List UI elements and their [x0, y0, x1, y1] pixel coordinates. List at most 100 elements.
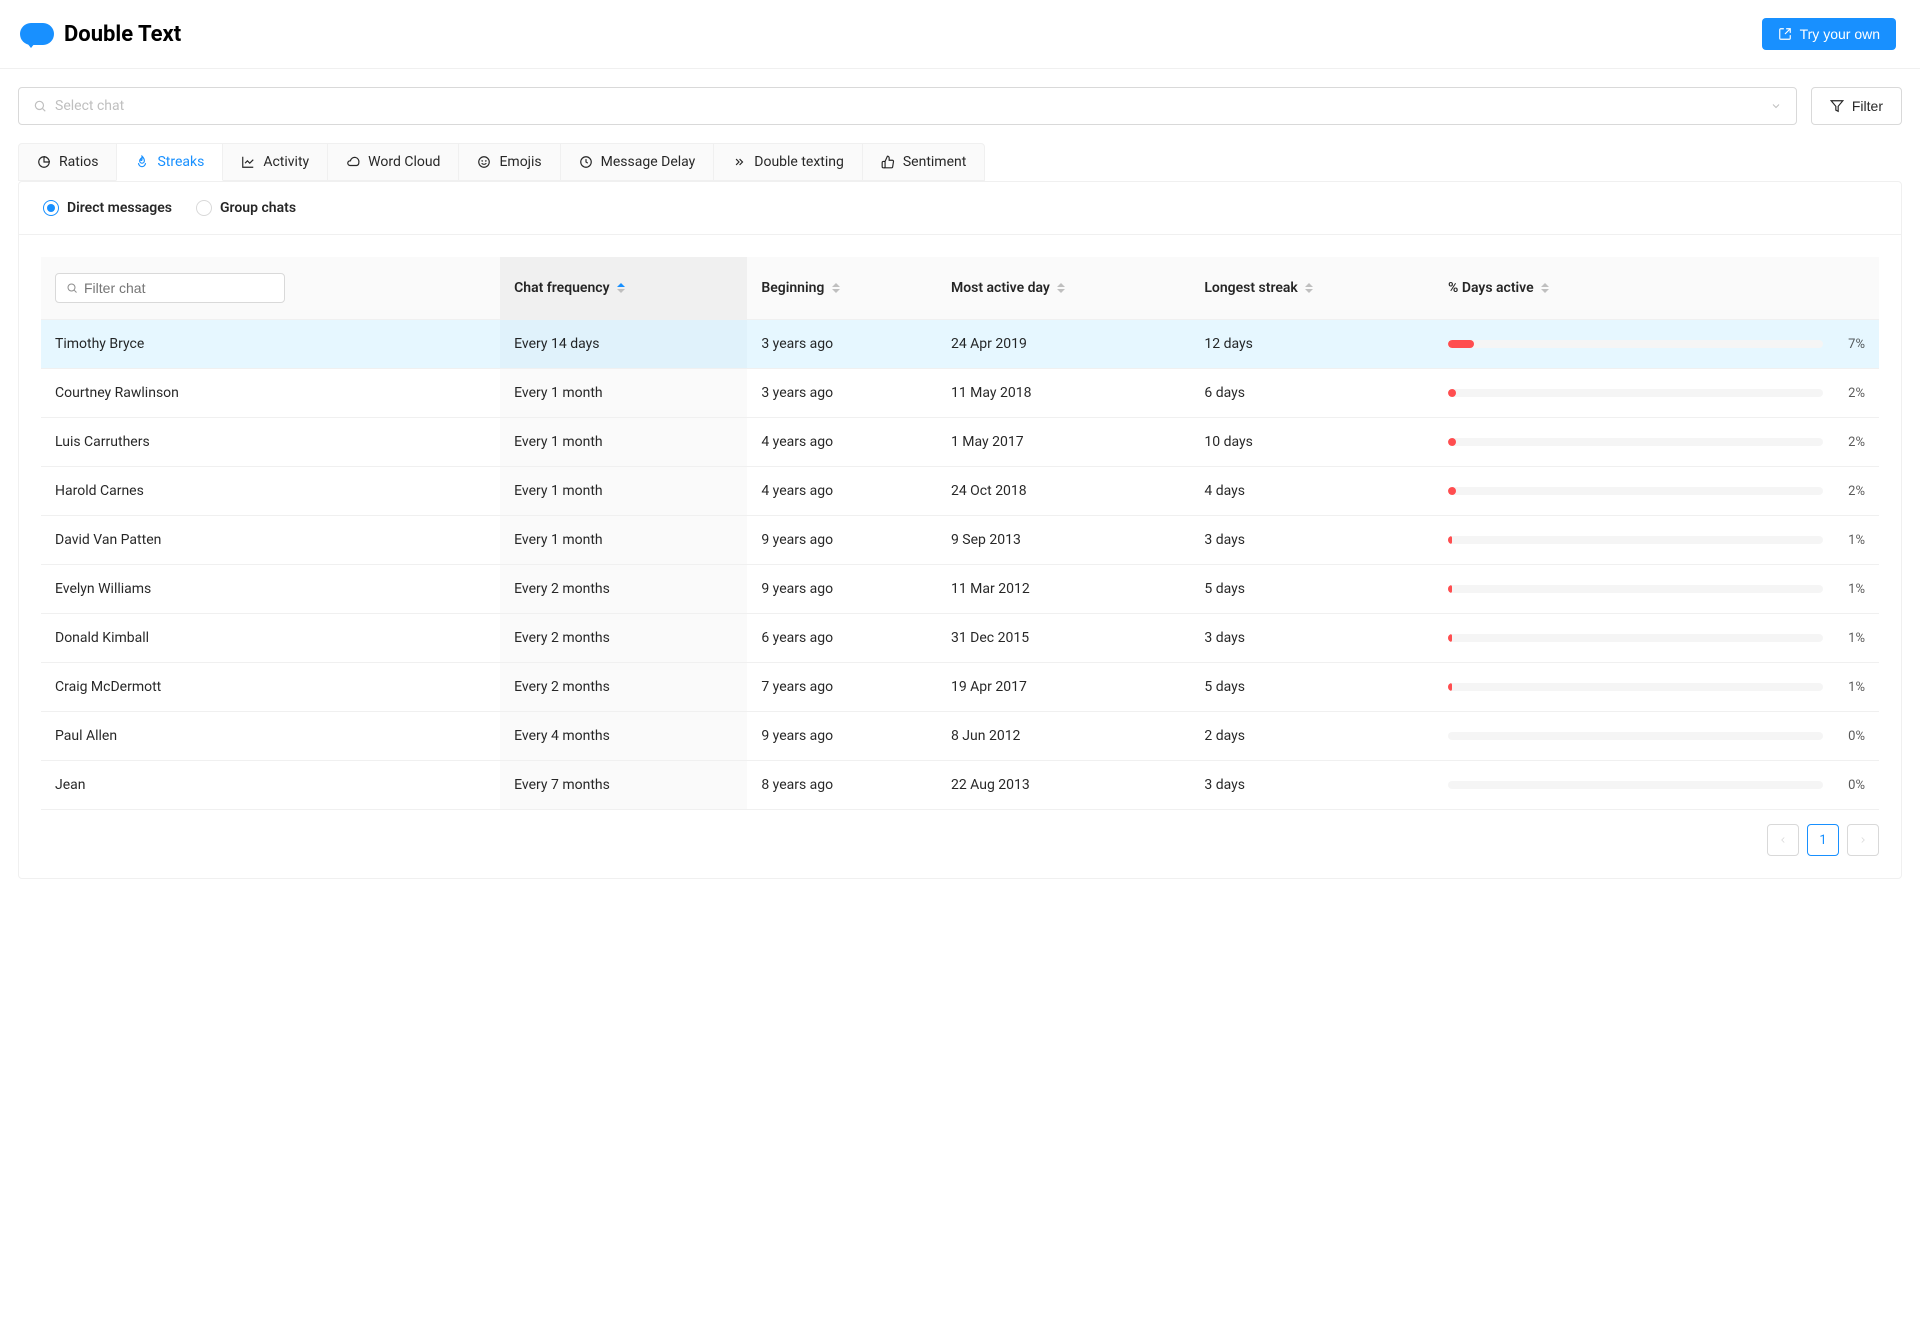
cell-name: Timothy Bryce: [41, 320, 500, 369]
col-frequency[interactable]: Chat frequency: [500, 257, 747, 320]
cell-freq: Every 1 month: [500, 369, 747, 418]
thumb-icon: [881, 155, 895, 169]
clock-icon: [579, 155, 593, 169]
cell-pct: 2%: [1434, 418, 1879, 467]
sort-icon: [832, 283, 840, 293]
content: Select chat Filter Ratios Streaks Activity…: [0, 69, 1920, 903]
cell-pct: 1%: [1434, 565, 1879, 614]
export-icon: [1778, 27, 1792, 41]
cell-begin: 9 years ago: [747, 516, 937, 565]
table-row[interactable]: Luis CarruthersEvery 1 month4 years ago1…: [41, 418, 1879, 467]
pie-icon: [37, 155, 51, 169]
table-row[interactable]: JeanEvery 7 months8 years ago22 Aug 2013…: [41, 761, 1879, 810]
table-row[interactable]: Paul AllenEvery 4 months9 years ago8 Jun…: [41, 712, 1879, 761]
tab-emojis[interactable]: Emojis: [458, 143, 560, 181]
cell-begin: 4 years ago: [747, 467, 937, 516]
filter-chat-input-wrap[interactable]: [55, 273, 285, 303]
cell-begin: 7 years ago: [747, 663, 937, 712]
cell-begin: 3 years ago: [747, 320, 937, 369]
tab-label: Emojis: [499, 154, 541, 170]
cell-freq: Every 2 months: [500, 565, 747, 614]
cell-streak: 5 days: [1190, 663, 1434, 712]
cell-freq: Every 7 months: [500, 761, 747, 810]
radio-direct-messages[interactable]: Direct messages: [43, 200, 172, 216]
cell-name: Jean: [41, 761, 500, 810]
progress-pct: 1%: [1835, 533, 1865, 548]
sort-icon: [1305, 283, 1313, 293]
page-1-button[interactable]: 1: [1807, 824, 1839, 856]
cell-freq: Every 2 months: [500, 614, 747, 663]
pagination: 1: [41, 810, 1879, 856]
tab-streaks[interactable]: Streaks: [116, 143, 223, 181]
table-row[interactable]: David Van PattenEvery 1 month9 years ago…: [41, 516, 1879, 565]
tab-sentiment[interactable]: Sentiment: [862, 143, 985, 181]
logo[interactable]: Double Text: [20, 22, 181, 47]
tab-delay[interactable]: Message Delay: [560, 143, 715, 181]
cell-freq: Every 1 month: [500, 516, 747, 565]
cell-streak: 4 days: [1190, 467, 1434, 516]
radio-group-chats[interactable]: Group chats: [196, 200, 296, 216]
table-row[interactable]: Timothy BryceEvery 14 days3 years ago24 …: [41, 320, 1879, 369]
panel: Direct messages Group chats: [18, 181, 1902, 879]
cell-pct: 1%: [1434, 663, 1879, 712]
streaks-table: Chat frequency Beginning Most active day: [41, 257, 1879, 810]
header: Double Text Try your own: [0, 0, 1920, 69]
col-streak[interactable]: Longest streak: [1190, 257, 1434, 320]
cell-active-day: 9 Sep 2013: [937, 516, 1190, 565]
cell-name: Luis Carruthers: [41, 418, 500, 467]
search-icon: [33, 99, 47, 113]
cell-streak: 2 days: [1190, 712, 1434, 761]
search-icon: [66, 282, 78, 294]
table-row[interactable]: Harold CarnesEvery 1 month4 years ago24 …: [41, 467, 1879, 516]
filter-button[interactable]: Filter: [1811, 87, 1902, 125]
fire-icon: [135, 155, 149, 169]
try-your-own-button[interactable]: Try your own: [1762, 18, 1896, 50]
progress-pct: 1%: [1835, 582, 1865, 597]
tab-activity[interactable]: Activity: [222, 143, 328, 181]
progress-bar: [1448, 683, 1823, 691]
cell-freq: Every 1 month: [500, 467, 747, 516]
col-pct[interactable]: % Days active: [1434, 257, 1879, 320]
filter-chat-input[interactable]: [84, 280, 274, 296]
chart-icon: [241, 155, 255, 169]
smile-icon: [477, 155, 491, 169]
try-label: Try your own: [1800, 26, 1880, 42]
cell-streak: 5 days: [1190, 565, 1434, 614]
cell-freq: Every 4 months: [500, 712, 747, 761]
table-row[interactable]: Craig McDermottEvery 2 months7 years ago…: [41, 663, 1879, 712]
table-row[interactable]: Donald KimballEvery 2 months6 years ago3…: [41, 614, 1879, 663]
cell-streak: 10 days: [1190, 418, 1434, 467]
select-chat-dropdown[interactable]: Select chat: [18, 87, 1797, 125]
progress-bar: [1448, 389, 1823, 397]
cell-streak: 3 days: [1190, 516, 1434, 565]
cell-streak: 6 days: [1190, 369, 1434, 418]
tab-ratios[interactable]: Ratios: [18, 143, 117, 181]
tab-label: Activity: [263, 154, 309, 170]
page-prev-button[interactable]: [1767, 824, 1799, 856]
cell-streak: 12 days: [1190, 320, 1434, 369]
cell-pct: 1%: [1434, 614, 1879, 663]
chat-bubble-icon: [20, 23, 54, 45]
radio-row: Direct messages Group chats: [19, 182, 1901, 235]
top-row: Select chat Filter: [18, 87, 1902, 125]
cell-name: Evelyn Williams: [41, 565, 500, 614]
cell-begin: 9 years ago: [747, 565, 937, 614]
tab-doubletext[interactable]: Double texting: [713, 143, 863, 181]
col-beginning[interactable]: Beginning: [747, 257, 937, 320]
tab-label: Message Delay: [601, 154, 696, 170]
progress-bar: [1448, 732, 1823, 740]
cell-begin: 3 years ago: [747, 369, 937, 418]
cell-pct: 2%: [1434, 467, 1879, 516]
tab-wordcloud[interactable]: Word Cloud: [327, 143, 459, 181]
tab-label: Double texting: [754, 154, 844, 170]
radio-group-label: Group chats: [220, 200, 296, 216]
table-row[interactable]: Evelyn WilliamsEvery 2 months9 years ago…: [41, 565, 1879, 614]
filter-icon: [1830, 99, 1844, 113]
tab-label: Streaks: [157, 154, 204, 170]
tab-label: Word Cloud: [368, 154, 440, 170]
table-row[interactable]: Courtney RawlinsonEvery 1 month3 years a…: [41, 369, 1879, 418]
progress-bar: [1448, 340, 1823, 348]
col-active-day[interactable]: Most active day: [937, 257, 1190, 320]
col-name: [41, 257, 500, 320]
page-next-button[interactable]: [1847, 824, 1879, 856]
